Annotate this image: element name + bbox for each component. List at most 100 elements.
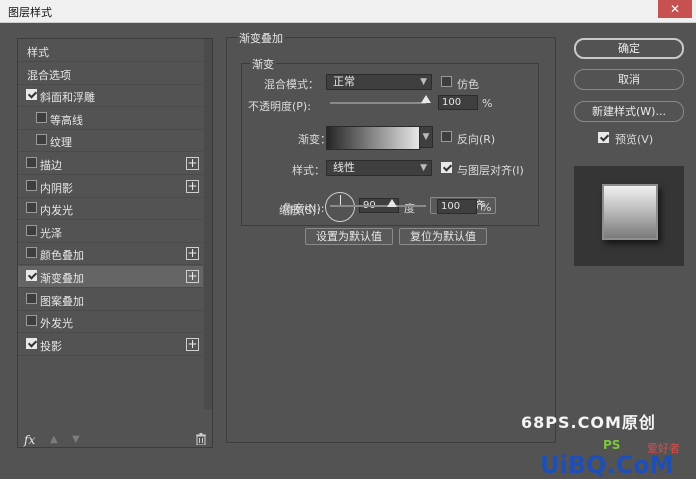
style-item-label: 混合选项	[27, 68, 71, 82]
style-item-label: 颜色叠加	[40, 249, 84, 263]
styles-list-footer: fx ▲ ▼	[18, 433, 212, 451]
angle-unit: 度	[404, 202, 415, 215]
style-item-checkbox[interactable]	[26, 224, 37, 236]
opacity-label: 不透明度(P):	[248, 100, 311, 113]
section-title: 渐变叠加	[237, 30, 285, 46]
trash-icon[interactable]	[196, 433, 206, 445]
preview-label: 预览(V)	[615, 133, 654, 146]
style-item-label: 描边	[40, 159, 62, 172]
watermark-uibq: UiBQ.CoM	[540, 451, 674, 479]
move-up-icon[interactable]: ▲	[50, 434, 58, 445]
gradient-picker-swatch[interactable]	[326, 126, 420, 150]
style-item-label: 内阴影	[40, 181, 73, 195]
add-instance-icon[interactable]: +	[186, 247, 199, 261]
watermark-uibq-text: UiBQ.CoM	[540, 451, 674, 479]
style-item-label: 图案叠加	[40, 294, 84, 308]
chevron-down-icon: ▼	[420, 163, 427, 173]
opacity-unit: %	[482, 97, 493, 110]
reset-default-button[interactable]: 复位为默认值	[399, 228, 487, 245]
style-item-label: 投影	[40, 339, 62, 353]
style-item[interactable]: 纹理	[18, 130, 203, 153]
opacity-input[interactable]: 100	[438, 95, 478, 110]
style-item[interactable]: 投影 +	[18, 334, 203, 356]
subsection-title: 渐变	[250, 56, 276, 72]
style-item-checkbox[interactable]	[26, 202, 37, 214]
gradient-style-value: 线性	[333, 161, 355, 174]
gradient-overlay-group: 渐变叠加 渐变 混合模式： 正常 ▼ 仿色 不透明度(P): 100 % 渐变：…	[226, 30, 556, 443]
preview-checkbox[interactable]	[598, 132, 609, 143]
style-item-checkbox[interactable]	[26, 247, 37, 259]
scale-unit: %	[481, 201, 492, 214]
gradient-style-label: 样式：	[292, 164, 325, 177]
align-with-layer-label: 与图层对齐(I)	[457, 164, 524, 177]
layer-style-dialog: 样式混合选项斜面和浮雕等高线纹理描边 + 内阴影 + 内发光光泽颜色叠加 + 渐变叠加 + 图案…	[5, 26, 691, 479]
ok-button[interactable]: 确定	[574, 38, 684, 59]
style-item-label: 外发光	[40, 317, 73, 331]
style-item-label: 纹理	[50, 136, 72, 150]
style-item[interactable]: 渐变叠加 +	[18, 266, 203, 288]
style-item-checkbox[interactable]	[36, 134, 47, 146]
move-down-icon[interactable]: ▼	[72, 434, 80, 445]
style-item[interactable]: 混合选项	[18, 63, 203, 85]
style-item-label: 样式	[27, 46, 49, 59]
style-item[interactable]: 外发光	[18, 311, 203, 334]
scale-slider-thumb[interactable]	[386, 199, 397, 207]
window-title: 图层样式	[8, 6, 52, 19]
style-item-checkbox[interactable]	[26, 337, 37, 349]
scale-input[interactable]: 100	[437, 199, 477, 214]
style-item[interactable]: 内发光	[18, 198, 203, 221]
add-instance-icon[interactable]: +	[186, 179, 199, 193]
style-item[interactable]: 等高线	[18, 108, 203, 130]
reverse-checkbox[interactable]	[441, 131, 452, 142]
add-instance-icon[interactable]: +	[186, 157, 199, 170]
style-item-checkbox[interactable]	[26, 315, 37, 327]
fx-add-effect-button[interactable]: fx	[24, 433, 35, 447]
opacity-slider-track[interactable]	[330, 102, 426, 104]
close-button[interactable]: ✕	[658, 0, 692, 18]
preview-thumbnail	[602, 184, 658, 240]
style-item-label: 斜面和浮雕	[40, 91, 95, 105]
scale-slider-track[interactable]	[330, 205, 426, 207]
style-item[interactable]: 图案叠加	[18, 289, 203, 311]
watermark-ps: PS	[603, 438, 621, 452]
add-instance-icon[interactable]: +	[186, 270, 199, 283]
style-preview	[574, 166, 684, 266]
style-item[interactable]: 颜色叠加 +	[18, 243, 203, 266]
chevron-down-icon: ▼	[420, 77, 427, 87]
style-item[interactable]: 内阴影 +	[18, 176, 203, 198]
style-item[interactable]: 斜面和浮雕	[18, 85, 203, 108]
style-item-label: 内发光	[40, 204, 73, 218]
cancel-button[interactable]: 取消	[574, 69, 684, 90]
align-with-layer-checkbox[interactable]	[441, 162, 452, 173]
blend-mode-label: 混合模式：	[264, 78, 319, 91]
style-item[interactable]: 样式	[18, 40, 203, 62]
dither-label: 仿色	[457, 78, 479, 91]
blend-mode-select[interactable]: 正常 ▼	[326, 74, 432, 90]
title-bar: 图层样式 ✕	[0, 0, 696, 23]
style-item[interactable]: 光泽	[18, 221, 203, 243]
gradient-style-select[interactable]: 线性 ▼	[326, 160, 432, 176]
style-item[interactable]: 描边 +	[18, 153, 203, 175]
blend-mode-value: 正常	[333, 75, 355, 88]
style-item-checkbox[interactable]	[26, 292, 37, 304]
add-instance-icon[interactable]: +	[186, 337, 199, 351]
style-item-checkbox[interactable]	[26, 157, 37, 168]
reverse-label: 反向(R)	[457, 133, 496, 146]
style-item-checkbox[interactable]	[26, 270, 37, 281]
new-style-button[interactable]: 新建样式(W)...	[574, 101, 684, 122]
style-item-label: 光泽	[40, 226, 62, 240]
gradient-dropdown-button[interactable]: ▼	[419, 126, 433, 148]
style-item-label: 渐变叠加	[40, 272, 84, 285]
style-item-checkbox[interactable]	[36, 111, 47, 123]
angle-dial[interactable]	[325, 192, 355, 222]
set-default-button[interactable]: 设置为默认值	[305, 228, 393, 245]
style-item-label: 等高线	[50, 113, 83, 127]
dither-checkbox[interactable]	[441, 76, 452, 87]
opacity-slider-thumb[interactable]	[421, 95, 431, 103]
close-icon: ✕	[669, 2, 681, 16]
style-item-checkbox[interactable]	[26, 89, 37, 101]
styles-list-scrollbar[interactable]	[204, 39, 212, 409]
styles-list-panel: 样式混合选项斜面和浮雕等高线纹理描边 + 内阴影 + 内发光光泽颜色叠加 + 渐变叠加 + 图案…	[17, 38, 213, 448]
watermark-68ps: 68PS.COM原创	[521, 413, 656, 432]
style-item-checkbox[interactable]	[26, 179, 37, 191]
